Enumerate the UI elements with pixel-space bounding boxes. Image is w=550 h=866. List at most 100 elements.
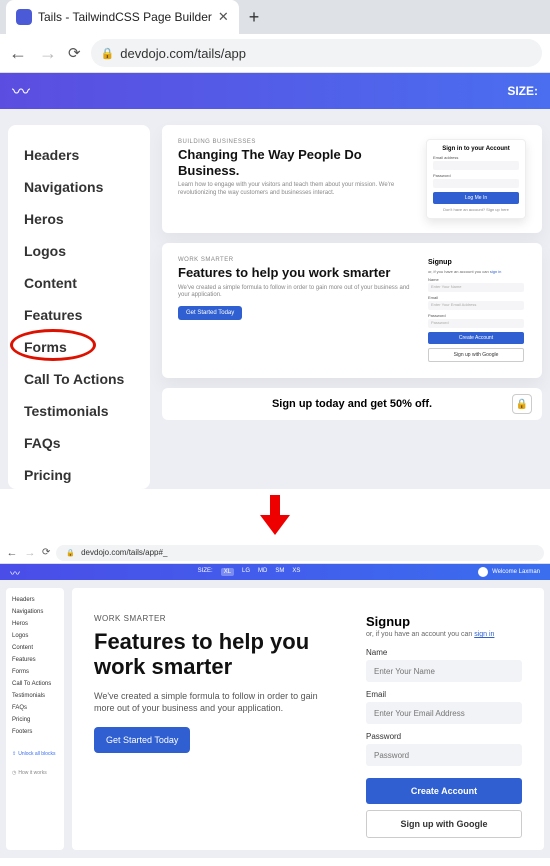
size-md[interactable]: MD — [258, 568, 267, 576]
sidebar-item-pricing[interactable]: Pricing — [24, 459, 134, 489]
block-signup[interactable]: WORK SMARTER Features to help you work s… — [162, 243, 542, 378]
sidebar-item-navigations[interactable]: Navigations — [24, 171, 134, 203]
sidebar-item-footers[interactable]: Footers — [12, 726, 58, 738]
name-label: Name — [428, 277, 524, 282]
url-input[interactable]: 🔒 devdojo.com/tails/app — [91, 39, 542, 67]
canvas: BUILDING BUSINESSES Changing The Way Peo… — [162, 125, 542, 489]
sidebar-item-heros[interactable]: Heros — [12, 618, 58, 630]
size-xl[interactable]: XL — [221, 568, 234, 576]
password-input[interactable] — [433, 179, 519, 188]
block-signin[interactable]: BUILDING BUSINESSES Changing The Way Peo… — [162, 125, 542, 233]
promo-bar[interactable]: Sign up today and get 50% off. 🔒 — [162, 388, 542, 420]
sidebar-item-logos[interactable]: Logos — [24, 235, 134, 267]
create-account-button[interactable]: Create Account — [428, 332, 524, 344]
logo-icon[interactable]: 〰 — [12, 78, 30, 104]
welcome-user[interactable]: Welcome Laxman — [478, 567, 540, 577]
signup-title: Signup — [428, 259, 524, 266]
reload-icon[interactable]: ⟳ — [42, 547, 50, 558]
name-input[interactable] — [366, 660, 522, 682]
signup-title: Signup — [366, 614, 522, 629]
login-button[interactable]: Log Me In — [433, 192, 519, 204]
back-icon[interactable]: ← — [6, 547, 18, 559]
name-input[interactable]: Enter Your Name — [428, 283, 524, 292]
page-title: Features to help you work smarter — [94, 629, 326, 680]
sidebar-item-pricing[interactable]: Pricing — [12, 714, 58, 726]
sidebar-item-navigations[interactable]: Navigations — [12, 606, 58, 618]
block-right: Signup or, if you have an account you ca… — [426, 257, 526, 364]
sidebar-item-logos[interactable]: Logos — [12, 630, 58, 642]
password-label: Password — [433, 173, 519, 178]
sidebar-item-testimonials[interactable]: Testimonials — [12, 690, 58, 702]
eyebrow: WORK SMARTER — [178, 257, 410, 263]
url-input[interactable]: 🔒 devdojo.com/tails/app#_ — [56, 545, 544, 561]
signin-link[interactable]: sign in — [474, 631, 494, 638]
google-signup-button[interactable]: Sign up with Google — [366, 810, 522, 838]
unlock-button[interactable]: ⇪Unlock all blocks — [12, 746, 58, 757]
browser-tab[interactable]: Tails - TailwindCSS Page Builder ✕ — [6, 0, 239, 34]
browser-chrome-bottom: ← → ⟳ 🔒 devdojo.com/tails/app#_ — [0, 542, 550, 564]
signup-sub: or, if you have an account you can sign … — [428, 269, 524, 274]
sidebar-item-headers[interactable]: Headers — [24, 139, 134, 171]
sidebar-item-heros[interactable]: Heros — [24, 203, 134, 235]
password-input[interactable]: Password — [428, 319, 524, 328]
size-label: SIZE: — [507, 84, 538, 98]
sidebar-item-headers[interactable]: Headers — [12, 594, 58, 606]
sidebar-item-cta[interactable]: Call To Actions — [24, 363, 134, 395]
size-sm[interactable]: SM — [275, 568, 284, 576]
sidebar-item-features[interactable]: Features — [12, 654, 58, 666]
sidebar-item-faqs[interactable]: FAQs — [24, 427, 134, 459]
sidebar-item-features[interactable]: Features — [24, 299, 134, 331]
content-left: WORK SMARTER Features to help you work s… — [94, 614, 326, 838]
create-account-button[interactable]: Create Account — [366, 778, 522, 804]
signup-sub: or, if you have an account you can sign … — [366, 631, 522, 638]
lock-icon[interactable]: 🔒 — [512, 394, 532, 414]
get-started-button[interactable]: Get Started Today — [178, 306, 242, 320]
sidebar-item-content[interactable]: Content — [12, 642, 58, 654]
block-title: Features to help you work smarter — [178, 265, 410, 281]
signin-title: Sign in to your Account — [433, 146, 519, 152]
arrow-down-icon — [0, 489, 550, 542]
sidebar: Headers Navigations Heros Logos Content … — [8, 125, 150, 489]
signin-footer: Don't have an account? Sign up here — [433, 207, 519, 212]
forward-icon: → — [38, 43, 58, 64]
app-header: 〰 SIZE: — [0, 73, 550, 109]
get-started-button[interactable]: Get Started Today — [94, 727, 190, 753]
sidebar-item-cta[interactable]: Call To Actions — [12, 678, 58, 690]
app-body: Headers Navigations Heros Logos Content … — [0, 109, 550, 489]
welcome-text: Welcome Laxman — [492, 569, 540, 575]
block-title: Changing The Way People Do Business. — [178, 147, 410, 178]
block-right: Sign in to your Account Email address Pa… — [426, 139, 526, 219]
eyebrow: BUILDING BUSINESSES — [178, 139, 410, 145]
google-signup-button[interactable]: Sign up with Google — [428, 348, 524, 362]
page-desc: We've created a simple formula to follow… — [94, 690, 326, 715]
favicon-icon — [16, 9, 32, 25]
new-tab-button[interactable]: + — [239, 7, 270, 28]
signin-link[interactable]: sign in — [490, 269, 502, 274]
browser-chrome-top: Tails - TailwindCSS Page Builder ✕ + ← →… — [0, 0, 550, 73]
email-label: Email — [366, 690, 522, 699]
email-input[interactable]: Enter Your Email Address — [428, 301, 524, 310]
password-label: Password — [428, 313, 524, 318]
sidebar-item-faqs[interactable]: FAQs — [12, 702, 58, 714]
email-input[interactable] — [433, 161, 519, 170]
canvas: WORK SMARTER Features to help you work s… — [72, 588, 544, 850]
email-input[interactable] — [366, 702, 522, 724]
sidebar-item-forms[interactable]: Forms — [24, 331, 134, 363]
unlock-icon: ⇪ — [12, 751, 16, 757]
sidebar-item-forms[interactable]: Forms — [12, 666, 58, 678]
sidebar-item-content[interactable]: Content — [24, 267, 134, 299]
signup-link[interactable]: Sign up here — [486, 207, 509, 212]
size-lg[interactable]: LG — [242, 568, 250, 576]
logo-icon[interactable]: 〰 — [10, 565, 20, 580]
size-xs[interactable]: XS — [292, 568, 300, 576]
signup-card: Signup or, if you have an account you ca… — [426, 257, 526, 364]
sidebar-item-testimonials[interactable]: Testimonials — [24, 395, 134, 427]
reload-icon[interactable]: ⟳ — [68, 44, 81, 62]
app-body: Headers Navigations Heros Logos Content … — [0, 580, 550, 858]
signin-card: Sign in to your Account Email address Pa… — [426, 139, 526, 219]
password-input[interactable] — [366, 744, 522, 766]
howitworks-button[interactable]: ◷How it works — [12, 765, 58, 776]
close-icon[interactable]: ✕ — [218, 9, 229, 25]
back-icon[interactable]: ← — [8, 43, 28, 64]
url-text: devdojo.com/tails/app#_ — [81, 548, 167, 557]
